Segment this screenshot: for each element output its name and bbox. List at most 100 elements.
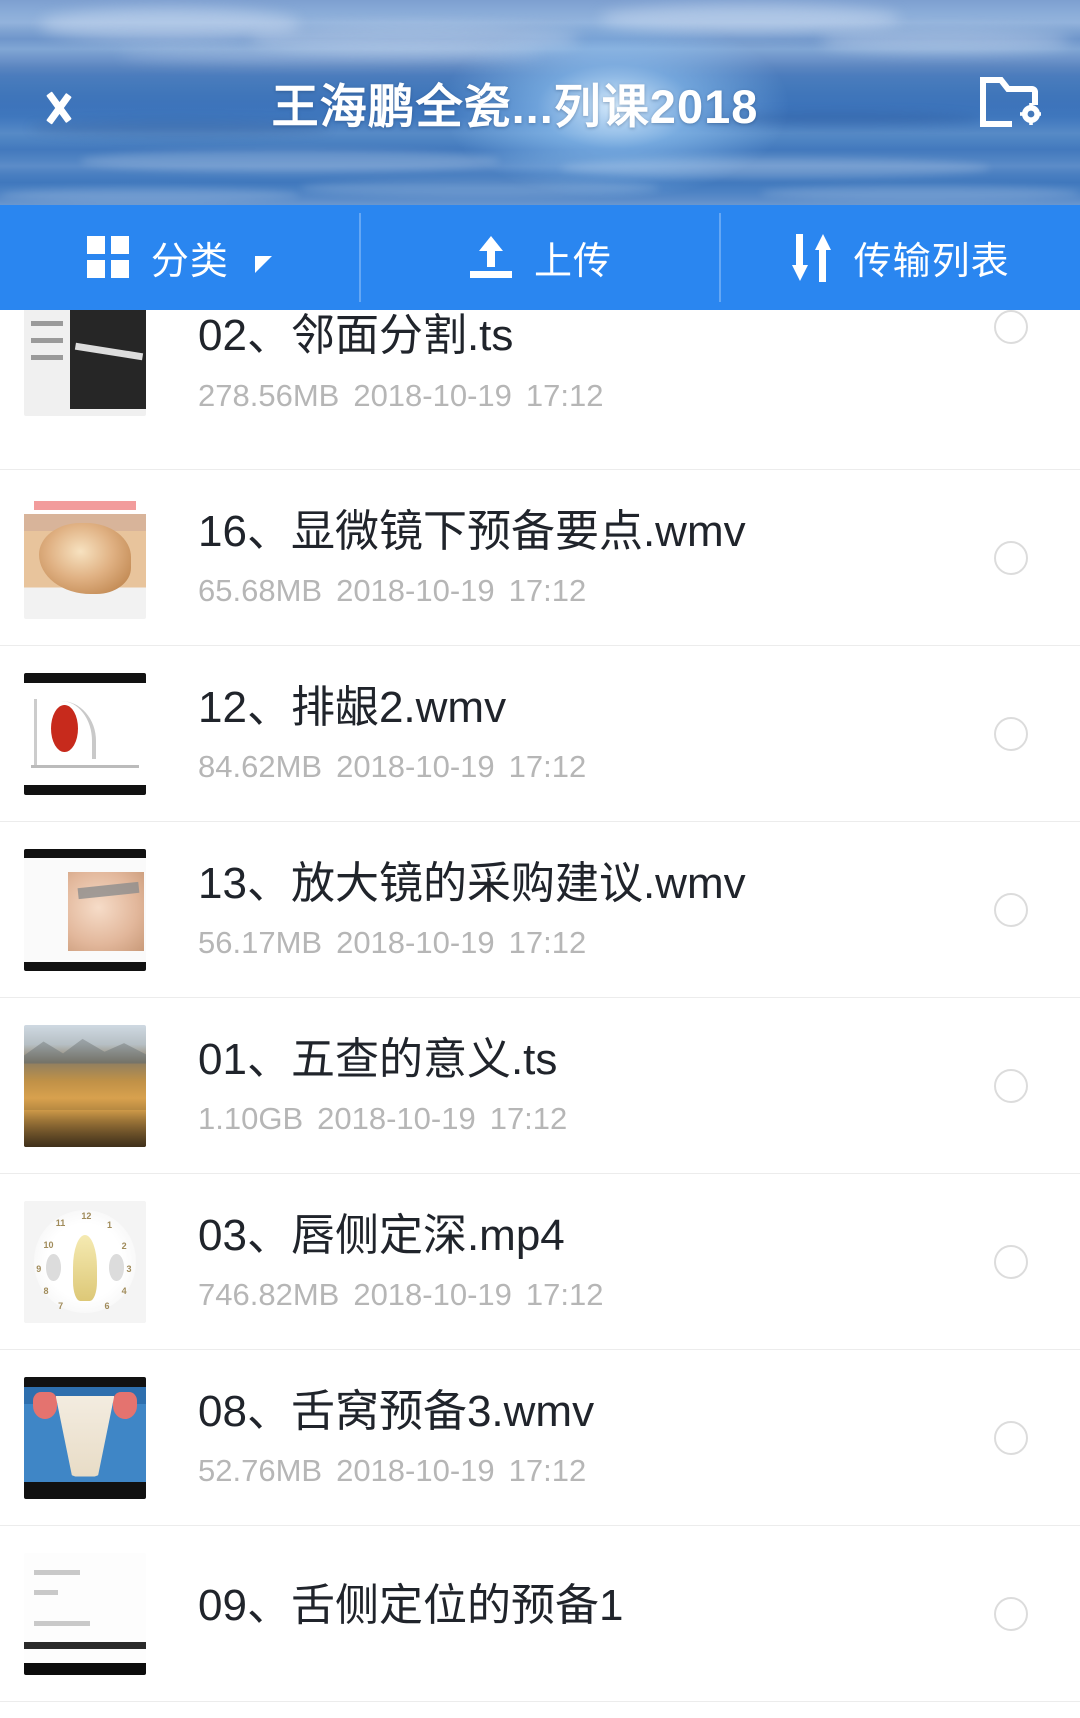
file-meta: 1.10GB 2018-10-19 17:12 bbox=[198, 1101, 994, 1137]
file-size: 65.68MB bbox=[198, 573, 323, 609]
file-meta: 84.62MB 2018-10-19 17:12 bbox=[198, 749, 994, 785]
thumb-detail bbox=[55, 1396, 115, 1477]
file-name: 16、显微镜下预备要点.wmv bbox=[198, 506, 746, 556]
file-row[interactable]: 12 11 1 10 2 9 3 8 4 7 6 03、唇侧定深.mp4 746.82MB 2018-10… bbox=[0, 1174, 1080, 1350]
thumb-detail bbox=[31, 320, 64, 387]
upload-button[interactable]: 上传 bbox=[361, 205, 720, 310]
file-date: 2018-10-19 bbox=[336, 1453, 495, 1489]
back-button[interactable] bbox=[0, 0, 120, 205]
triangle-down-icon bbox=[254, 256, 272, 273]
file-size: 1.10GB bbox=[198, 1101, 304, 1137]
radio-unchecked-icon[interactable] bbox=[994, 540, 1028, 575]
file-name: 08、舌窝预备3.wmv bbox=[198, 1386, 595, 1436]
file-thumbnail bbox=[24, 310, 146, 416]
file-info: 08、舌窝预备3.wmv 52.76MB 2018-10-19 17:12 bbox=[146, 1386, 994, 1490]
file-manager-screen: 王海鹏全瓷...列课2018 分类 上传 传输列表 02、邻面分割.ts 278… bbox=[0, 0, 1080, 1718]
file-info: 01、五查的意义.ts 1.10GB 2018-10-19 17:12 bbox=[146, 1034, 994, 1138]
file-info: 16、显微镜下预备要点.wmv 65.68MB 2018-10-19 17:12 bbox=[146, 506, 994, 610]
file-date: 2018-10-19 bbox=[336, 749, 495, 785]
thumb-detail: 2 bbox=[121, 1240, 127, 1251]
app-header: 王海鹏全瓷...列课2018 bbox=[0, 0, 1080, 205]
transfer-list-label: 传输列表 bbox=[853, 241, 1010, 283]
file-time: 17:12 bbox=[508, 573, 587, 609]
thumb-detail: 1 bbox=[106, 1220, 112, 1231]
thumb-detail: 4 bbox=[121, 1285, 127, 1296]
file-info: 02、邻面分割.ts 278.56MB 2018-10-19 17:12 bbox=[146, 310, 994, 414]
file-date: 2018-10-19 bbox=[353, 1277, 512, 1313]
file-size: 84.62MB bbox=[198, 749, 323, 785]
file-time: 17:12 bbox=[525, 1277, 604, 1313]
file-meta: 746.82MB 2018-10-19 17:12 bbox=[198, 1277, 994, 1313]
thumb-detail: 12 bbox=[81, 1211, 92, 1222]
radio-unchecked-icon[interactable] bbox=[994, 1596, 1028, 1631]
radio-unchecked-icon[interactable] bbox=[994, 1068, 1028, 1103]
file-name: 13、放大镜的采购建议.wmv bbox=[198, 858, 746, 908]
file-info: 03、唇侧定深.mp4 746.82MB 2018-10-19 17:12 bbox=[146, 1210, 994, 1314]
page-title: 王海鹏全瓷...列课2018 bbox=[271, 80, 759, 133]
thumb-detail bbox=[32, 1392, 57, 1420]
file-date: 2018-10-19 bbox=[336, 573, 495, 609]
file-size: 56.17MB bbox=[198, 925, 323, 961]
file-thumbnail bbox=[24, 848, 146, 971]
radio-unchecked-icon[interactable] bbox=[994, 716, 1028, 751]
thumb-detail: 6 bbox=[104, 1300, 110, 1311]
folder-settings-button[interactable] bbox=[940, 0, 1080, 205]
thumb-detail: 8 bbox=[43, 1285, 49, 1296]
upload-icon bbox=[468, 235, 514, 281]
file-name: 12、排龈2.wmv bbox=[198, 682, 507, 732]
file-row[interactable]: 02、邻面分割.ts 278.56MB 2018-10-19 17:12 bbox=[0, 310, 1080, 470]
thumb-detail bbox=[33, 1589, 59, 1595]
thumb-detail bbox=[33, 698, 137, 769]
transfer-list-button[interactable]: 传输列表 bbox=[721, 205, 1080, 310]
file-time: 17:12 bbox=[489, 1101, 568, 1137]
file-thumbnail bbox=[24, 496, 146, 619]
file-meta: 65.68MB 2018-10-19 17:12 bbox=[198, 573, 994, 609]
file-name: 03、唇侧定深.mp4 bbox=[198, 1210, 565, 1260]
radio-unchecked-icon[interactable] bbox=[994, 1420, 1028, 1455]
file-name: 09、舌侧定位的预备1 bbox=[198, 1580, 624, 1630]
grid-icon bbox=[86, 235, 131, 280]
category-button[interactable]: 分类 bbox=[0, 205, 359, 310]
file-time: 17:12 bbox=[508, 749, 587, 785]
file-thumbnail bbox=[24, 1552, 146, 1675]
file-time: 17:12 bbox=[508, 925, 587, 961]
file-list[interactable]: 02、邻面分割.ts 278.56MB 2018-10-19 17:12 16、显微镜下… bbox=[0, 310, 1080, 1718]
thumb-detail: 11 bbox=[55, 1217, 66, 1228]
radio-unchecked-icon[interactable] bbox=[994, 892, 1028, 927]
file-size: 746.82MB bbox=[198, 1277, 340, 1313]
thumb-detail bbox=[45, 1254, 61, 1281]
upload-label: 上传 bbox=[534, 241, 613, 283]
file-time: 17:12 bbox=[508, 1453, 587, 1489]
thumb-detail bbox=[72, 1234, 98, 1301]
transfer-arrows-icon bbox=[791, 233, 834, 282]
file-date: 2018-10-19 bbox=[336, 925, 495, 961]
radio-unchecked-icon[interactable] bbox=[994, 1244, 1028, 1279]
file-meta: 278.56MB 2018-10-19 17:12 bbox=[198, 378, 994, 414]
file-size: 52.76MB bbox=[198, 1453, 323, 1489]
thumb-detail bbox=[33, 1620, 90, 1626]
radio-unchecked-icon[interactable] bbox=[994, 310, 1028, 344]
back-chevron-icon bbox=[43, 75, 77, 131]
thumb-detail: 9 bbox=[36, 1263, 42, 1274]
file-row[interactable]: 12、排龈2.wmv 84.62MB 2018-10-19 17:12 bbox=[0, 646, 1080, 822]
file-date: 2018-10-19 bbox=[317, 1101, 476, 1137]
file-thumbnail bbox=[24, 1376, 146, 1499]
file-meta: 52.76MB 2018-10-19 17:12 bbox=[198, 1453, 994, 1489]
file-row[interactable]: 13、放大镜的采购建议.wmv 56.17MB 2018-10-19 17:12 bbox=[0, 822, 1080, 998]
thumb-detail: 7 bbox=[58, 1300, 64, 1311]
file-thumbnail bbox=[24, 1024, 146, 1147]
thumb-detail: 10 bbox=[43, 1239, 54, 1250]
file-row[interactable]: 08、舌窝预备3.wmv 52.76MB 2018-10-19 17:12 bbox=[0, 1350, 1080, 1526]
file-thumbnail bbox=[24, 672, 146, 795]
file-row[interactable]: 01、五查的意义.ts 1.10GB 2018-10-19 17:12 bbox=[0, 998, 1080, 1174]
file-row[interactable]: 16、显微镜下预备要点.wmv 65.68MB 2018-10-19 17:12 bbox=[0, 470, 1080, 646]
file-name: 02、邻面分割.ts bbox=[198, 311, 514, 360]
file-time: 17:12 bbox=[525, 377, 604, 413]
category-label: 分类 bbox=[150, 241, 229, 283]
thumb-detail bbox=[113, 1392, 138, 1420]
file-thumbnail: 12 11 1 10 2 9 3 8 4 7 6 bbox=[24, 1200, 146, 1323]
file-info: 09、舌侧定位的预备1 bbox=[146, 1580, 994, 1648]
file-date: 2018-10-19 bbox=[353, 377, 512, 413]
file-row[interactable]: 09、舌侧定位的预备1 bbox=[0, 1526, 1080, 1702]
action-toolbar: 分类 上传 传输列表 bbox=[0, 205, 1080, 310]
